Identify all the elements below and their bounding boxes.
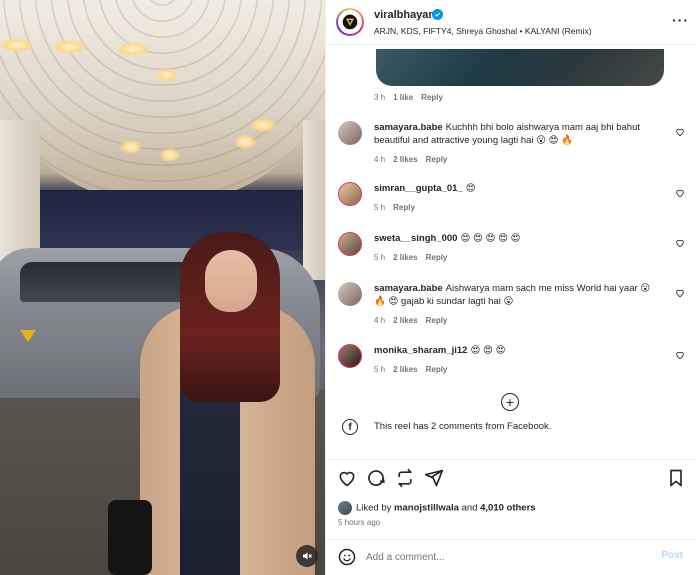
avatar[interactable] xyxy=(338,182,362,206)
avatar[interactable] xyxy=(338,344,362,368)
comment-body: samayara.babe Aishwarya mam sach me miss … xyxy=(374,282,664,308)
comment-text: 😍 xyxy=(465,183,476,194)
reply-button[interactable]: Reply xyxy=(426,253,448,262)
facebook-icon: f xyxy=(342,419,358,435)
comment-likes[interactable]: 2 likes xyxy=(393,253,417,262)
comment-text: 😍 😍 😍 xyxy=(470,345,506,356)
avatar[interactable] xyxy=(338,232,362,256)
comment-meta: 4 h 2 likes Reply xyxy=(374,155,447,164)
comment-time: 4 h xyxy=(374,316,386,325)
video-lamp xyxy=(0,38,34,52)
liker-username[interactable]: manojstillwala xyxy=(394,503,459,514)
author-avatar[interactable] xyxy=(336,8,364,36)
heart-icon[interactable] xyxy=(675,288,685,298)
more-options-button[interactable]: ··· xyxy=(672,12,689,28)
comment-likes[interactable]: 2 likes xyxy=(393,365,417,374)
video-person-face xyxy=(205,250,257,312)
post-panel: viralbhayani ARJN, KDS, FIFTY4, Shreya G… xyxy=(325,0,696,575)
reply-button[interactable]: Reply xyxy=(426,316,448,325)
video-pillar xyxy=(303,120,325,280)
video-lamp xyxy=(234,135,256,149)
post-comment-button[interactable]: Post xyxy=(661,550,683,561)
comment-likes[interactable]: 2 likes xyxy=(393,155,417,164)
mute-button[interactable] xyxy=(296,545,318,567)
liker-avatar xyxy=(338,501,352,515)
comment-username[interactable]: monika_sharam_ji12 xyxy=(374,345,467,356)
load-more-comments-button[interactable]: + xyxy=(501,393,519,411)
heart-icon[interactable] xyxy=(675,350,685,360)
likes-others-count[interactable]: 4,010 others xyxy=(480,503,535,514)
brand-logo-icon xyxy=(342,14,358,30)
comment-bubble-icon[interactable] xyxy=(366,468,386,488)
video-lamp xyxy=(250,118,276,132)
comment-username[interactable]: samayara.babe xyxy=(374,122,443,133)
comment-meta: 4 h 2 likes Reply xyxy=(374,316,447,325)
comment-username[interactable]: simran__gupta_01_ xyxy=(374,183,463,194)
video-lamp xyxy=(116,42,150,56)
post-timestamp[interactable]: 5 hours ago xyxy=(338,518,380,527)
heart-icon[interactable] xyxy=(675,238,685,248)
reply-button[interactable]: Reply xyxy=(426,155,448,164)
post-header: viralbhayani ARJN, KDS, FIFTY4, Shreya G… xyxy=(326,0,696,45)
avatar[interactable] xyxy=(338,282,362,306)
comment-body: simran__gupta_01_ 😍 xyxy=(374,182,664,195)
comment-text: 😍 😍 😍 😍 😍 xyxy=(460,233,521,244)
comment-likes[interactable]: 2 likes xyxy=(393,316,417,325)
comment-time: 5 h xyxy=(374,253,386,262)
reply-button[interactable]: Reply xyxy=(393,203,415,212)
share-send-icon[interactable] xyxy=(424,468,444,488)
comment-meta: 5 h 2 likes Reply xyxy=(374,365,447,374)
author-username[interactable]: viralbhayani xyxy=(374,9,438,21)
video-lamp xyxy=(156,68,178,82)
video-night-sky xyxy=(30,190,315,250)
comment-body: sweta__singh_000 😍 😍 😍 😍 😍 xyxy=(374,232,664,245)
comment-time: 5 h xyxy=(374,203,386,212)
comment-body: samayara.babe Kuchhh bhi bolo aishwarya m… xyxy=(374,121,664,147)
car-logo-icon xyxy=(20,330,36,342)
facebook-comments-note[interactable]: This reel has 2 comments from Facebook. xyxy=(374,421,551,432)
comment-time: 4 h xyxy=(374,155,386,164)
audio-track-label[interactable]: ARJN, KDS, FIFTY4, Shreya Ghoshal • KALY… xyxy=(374,26,592,36)
comment-time: 5 h xyxy=(374,365,386,374)
heart-icon[interactable] xyxy=(675,127,685,137)
avatar[interactable] xyxy=(338,121,362,145)
like-heart-icon[interactable] xyxy=(337,468,357,488)
comment-meta: 3 h 1 like Reply xyxy=(374,93,443,102)
heart-icon[interactable] xyxy=(675,188,685,198)
comment-likes[interactable]: 1 like xyxy=(393,93,413,102)
bookmark-icon[interactable] xyxy=(666,468,686,488)
likes-summary: Liked by manojstillwala and 4,010 others xyxy=(338,501,536,515)
comment-body: monika_sharam_ji12 😍 😍 😍 xyxy=(374,344,664,357)
reel-video[interactable] xyxy=(0,0,325,575)
comment-time: 3 h xyxy=(374,93,386,102)
speaker-muted-icon xyxy=(303,552,312,560)
video-ceiling xyxy=(0,0,325,205)
comments-list[interactable]: 3 h 1 like Reply samayara.babe Kuchhh bhi b… xyxy=(326,46,696,458)
emoji-icon[interactable] xyxy=(338,548,356,566)
repost-icon[interactable] xyxy=(395,468,415,488)
add-comment-input[interactable] xyxy=(366,549,646,565)
comment-username[interactable]: sweta__singh_000 xyxy=(374,233,457,244)
video-person-bag xyxy=(108,500,152,575)
reply-button[interactable]: Reply xyxy=(426,365,448,374)
comment-meta: 5 h Reply xyxy=(374,203,415,212)
comment-meta: 5 h 2 likes Reply xyxy=(374,253,447,262)
add-comment-bar: Post xyxy=(326,539,696,575)
video-lamp xyxy=(120,140,142,154)
video-lamp xyxy=(160,148,180,162)
likes-conjunction: and xyxy=(458,502,481,514)
likes-prefix: Liked by xyxy=(356,502,395,514)
video-lamp xyxy=(52,40,86,54)
post-actions: Liked by manojstillwala and 4,010 others… xyxy=(326,459,696,539)
reply-button[interactable]: Reply xyxy=(421,93,443,102)
caption-media-thumbnail xyxy=(376,49,664,86)
comment-username[interactable]: samayara.babe xyxy=(374,283,443,294)
verified-badge-icon xyxy=(432,9,443,20)
